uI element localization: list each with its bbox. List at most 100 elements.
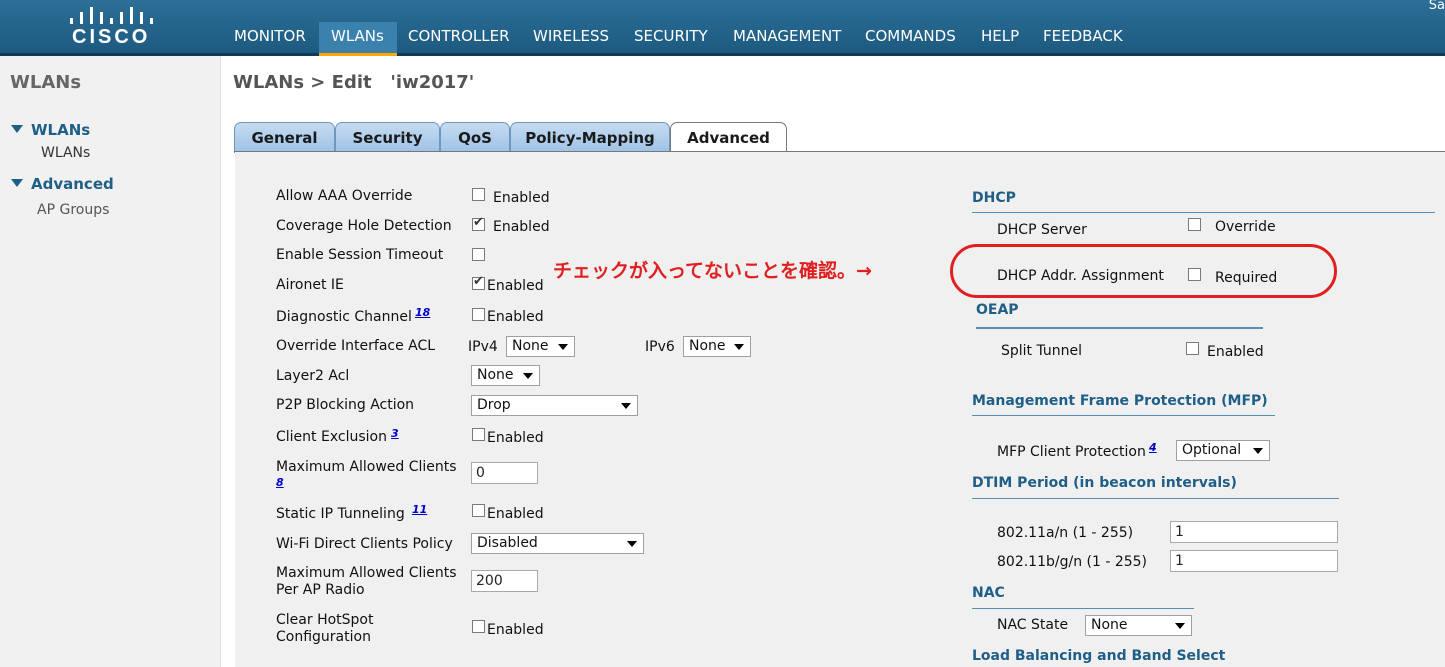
sidebar-title: WLANs <box>10 72 82 93</box>
client-exclusion-label: Client Exclusion <box>276 429 387 445</box>
nav-controller[interactable]: CONTROLLER <box>408 27 510 45</box>
dtim-bg-input[interactable]: 1 <box>1170 550 1338 572</box>
split-tunnel-text: Enabled <box>1207 344 1264 360</box>
p2p-blocking-select[interactable]: Drop <box>471 395 638 416</box>
load-balancing-section-title: Load Balancing and Band Select <box>972 648 1226 664</box>
diagnostic-channel-text: Enabled <box>487 309 544 325</box>
allow-aaa-checkbox[interactable] <box>472 188 485 201</box>
oeap-section-title: OEAP <box>976 302 1019 318</box>
sidebar-group-advanced[interactable]: Advanced <box>11 175 114 193</box>
aironet-ie-text: Enabled <box>487 278 544 294</box>
nav-wlans[interactable]: WLANs <box>331 27 384 45</box>
dhcp-section-divider <box>972 212 1435 213</box>
nav-commands[interactable]: COMMANDS <box>865 27 956 45</box>
dtim-section-title: DTIM Period (in beacon intervals) <box>972 475 1237 491</box>
nac-section-title: NAC <box>972 585 1005 601</box>
nav-security[interactable]: SECURITY <box>634 27 708 45</box>
session-timeout-checkbox[interactable] <box>472 248 485 261</box>
cisco-logo: CISCO <box>66 4 156 49</box>
tab-security[interactable]: Security <box>335 122 440 153</box>
dtim-a-input[interactable]: 1 <box>1170 521 1338 543</box>
top-navigation-bar: CISCO MONITOR WLANs CONTROLLER WIRELESS … <box>0 0 1445 56</box>
session-timeout-label: Enable Session Timeout <box>276 247 444 263</box>
footnote-8-link[interactable]: 8 <box>276 476 284 489</box>
dhcp-addr-checkbox[interactable] <box>1188 268 1201 281</box>
clear-hotspot-label-2: Configuration <box>276 629 371 645</box>
dtim-a-label: 802.11a/n (1 - 255) <box>997 525 1134 541</box>
mfp-client-label: MFP Client Protection <box>997 444 1146 460</box>
nav-wireless[interactable]: WIRELESS <box>533 27 609 45</box>
dhcp-addr-label: DHCP Addr. Assignment <box>997 268 1164 284</box>
logo-text: CISCO <box>72 26 151 48</box>
layer2-acl-label: Layer2 Acl <box>276 368 350 384</box>
sidebar-item-wlans[interactable]: WLANs <box>41 145 90 161</box>
allow-aaa-text: Enabled <box>493 190 550 206</box>
expand-triangle-icon <box>11 125 23 133</box>
ipv4-acl-select[interactable]: None <box>506 336 575 357</box>
static-ip-label: Static IP Tunneling <box>276 506 405 522</box>
wifi-direct-label: Wi-Fi Direct Clients Policy <box>276 536 453 552</box>
coverage-hole-checkbox[interactable] <box>472 215 485 231</box>
annotation-note: チェックが入ってないことを確認。→ <box>553 260 872 282</box>
sidebar: WLANs WLANs WLANs Advanced AP Groups <box>0 56 221 667</box>
dtim-section-divider <box>972 498 1339 499</box>
footnote-11-link[interactable]: 11 <box>412 503 427 516</box>
diagnostic-channel-checkbox[interactable] <box>472 308 485 321</box>
mfp-section-divider <box>972 415 1275 416</box>
diagnostic-channel-label: Diagnostic Channel <box>276 309 412 325</box>
aironet-ie-label: Aironet IE <box>276 277 344 293</box>
ipv6-acl-select[interactable]: None <box>683 336 751 357</box>
coverage-hole-text: Enabled <box>493 219 550 235</box>
dtim-bg-label: 802.11b/g/n (1 - 255) <box>997 554 1148 570</box>
footnote-3-link[interactable]: 3 <box>391 427 399 440</box>
nav-feedback[interactable]: FEEDBACK <box>1043 27 1123 45</box>
clear-hotspot-label-1: Clear HotSpot <box>276 612 374 628</box>
mfp-section-title: Management Frame Protection (MFP) <box>972 393 1268 409</box>
nac-section-divider <box>972 608 1194 609</box>
page-title: WLANs > Edit 'iw2017' <box>233 72 475 93</box>
dhcp-server-label: DHCP Server <box>997 222 1087 238</box>
tab-general[interactable]: General <box>234 122 335 153</box>
oeap-section-divider <box>976 327 1263 329</box>
client-exclusion-checkbox[interactable] <box>472 428 485 441</box>
max-clients-radio-label-2: Per AP Radio <box>276 582 365 598</box>
split-tunnel-checkbox[interactable] <box>1186 342 1199 355</box>
tab-advanced[interactable]: Advanced <box>670 122 787 154</box>
split-tunnel-label: Split Tunnel <box>1001 343 1083 359</box>
top-right-link[interactable]: Sa <box>1429 0 1445 13</box>
nav-management[interactable]: MANAGEMENT <box>733 27 841 45</box>
aironet-ie-checkbox[interactable] <box>472 274 485 290</box>
nav-help[interactable]: HELP <box>981 27 1019 45</box>
tab-qos[interactable]: QoS <box>440 122 510 153</box>
tab-policy-mapping[interactable]: Policy-Mapping <box>510 122 670 153</box>
coverage-hole-label: Coverage Hole Detection <box>276 218 452 234</box>
layer2-acl-select[interactable]: None <box>471 365 540 386</box>
p2p-blocking-label: P2P Blocking Action <box>276 397 415 413</box>
max-clients-input[interactable]: 0 <box>471 462 538 484</box>
clear-hotspot-checkbox[interactable] <box>472 620 485 633</box>
ipv4-label: IPv4 <box>468 339 498 355</box>
dhcp-server-checkbox[interactable] <box>1188 218 1201 231</box>
mfp-client-select[interactable]: Optional <box>1176 440 1270 461</box>
max-clients-radio-label-1: Maximum Allowed Clients <box>276 565 457 581</box>
wifi-direct-select[interactable]: Disabled <box>471 533 644 554</box>
clear-hotspot-text: Enabled <box>487 622 544 638</box>
footnote-4-link[interactable]: 4 <box>1149 441 1157 454</box>
nac-state-label: NAC State <box>997 617 1069 633</box>
max-clients-label: Maximum Allowed Clients <box>276 459 457 475</box>
static-ip-text: Enabled <box>487 506 544 522</box>
ipv6-label: IPv6 <box>645 339 675 355</box>
footnote-18-link[interactable]: 18 <box>415 306 430 319</box>
sidebar-group-wlans[interactable]: WLANs <box>11 121 90 139</box>
sidebar-item-ap-groups[interactable]: AP Groups <box>37 202 109 218</box>
allow-aaa-label: Allow AAA Override <box>276 188 413 204</box>
nac-state-select[interactable]: None <box>1085 615 1192 636</box>
expand-triangle-icon <box>11 179 23 187</box>
dhcp-addr-text: Required <box>1215 270 1278 286</box>
static-ip-checkbox[interactable] <box>472 504 485 517</box>
max-clients-radio-input[interactable]: 200 <box>471 570 538 592</box>
client-exclusion-text: Enabled <box>487 430 544 446</box>
dhcp-server-text: Override <box>1215 219 1276 235</box>
nav-monitor[interactable]: MONITOR <box>234 27 306 45</box>
dhcp-section-title: DHCP <box>972 190 1016 206</box>
